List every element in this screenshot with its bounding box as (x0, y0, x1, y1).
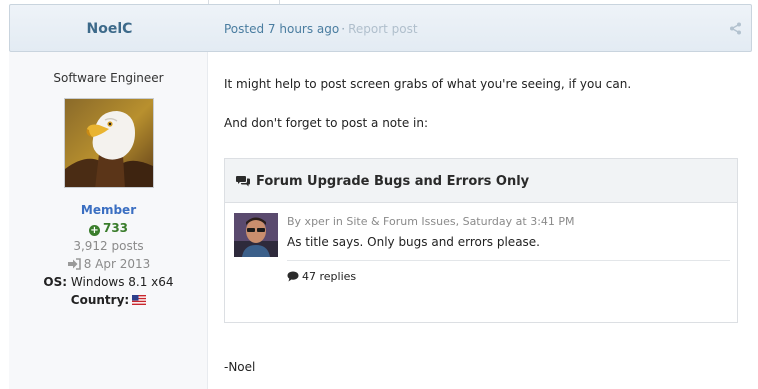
embed-snippet: As title says. Only bugs and errors plea… (287, 235, 540, 249)
embed-divider (287, 260, 730, 261)
post-count: 3,912 posts (73, 239, 144, 253)
reputation: +733 (9, 221, 208, 236)
embed-title-link[interactable]: Forum Upgrade Bugs and Errors Only (256, 174, 529, 189)
post-paragraph: It might help to post screen grabs of wh… (224, 77, 632, 91)
member-group: Member (80, 203, 137, 217)
embed-meta: By xper in Site & Forum Issues, Saturday… (287, 215, 575, 228)
user-avatar-image (234, 213, 278, 257)
post-meta: Posted 7 hours ago · Report post (224, 22, 418, 36)
post-time-link[interactable]: Posted 7 hours ago (224, 22, 339, 36)
comments-icon (236, 176, 250, 187)
reputation-value: 733 (102, 221, 129, 235)
joined-date-value: 8 Apr 2013 (83, 257, 151, 271)
meta-separator: · (341, 22, 346, 36)
replies-count: 47 replies (302, 270, 357, 283)
embed-header: Forum Upgrade Bugs and Errors Only (225, 159, 737, 203)
os-field: OS: Windows 8.1 x64 (9, 275, 208, 289)
plus-circle-icon: + (88, 225, 100, 236)
us-flag-icon (132, 295, 147, 305)
sign-in-icon (67, 258, 81, 270)
embedded-topic-card[interactable]: Forum Upgrade Bugs and Errors Only By xp… (224, 158, 738, 323)
eagle-avatar-image (65, 99, 153, 187)
report-post-link[interactable]: Report post (348, 22, 418, 36)
avatar[interactable] (64, 98, 154, 188)
signature: -Noel (224, 360, 256, 374)
post-header: NoelC Posted 7 hours ago · Report post (9, 4, 752, 52)
share-icon[interactable] (729, 22, 742, 35)
embed-author-avatar[interactable] (234, 213, 278, 257)
os-label: OS: (43, 275, 68, 289)
country-label: Country: (70, 293, 130, 307)
comment-icon (287, 271, 299, 282)
country-field: Country: (9, 293, 208, 307)
os-value: Windows 8.1 x64 (70, 275, 174, 289)
member-title: Software Engineer (53, 71, 164, 85)
post-paragraph: And don't forget to post a note in: (224, 116, 429, 130)
author-name-link[interactable]: NoelC (10, 5, 209, 53)
author-sidebar: Software Engineer Member +733 3,912 post… (9, 52, 208, 389)
joined-date: 8 Apr 2013 (9, 257, 208, 271)
embed-replies[interactable]: 47 replies (287, 270, 356, 283)
